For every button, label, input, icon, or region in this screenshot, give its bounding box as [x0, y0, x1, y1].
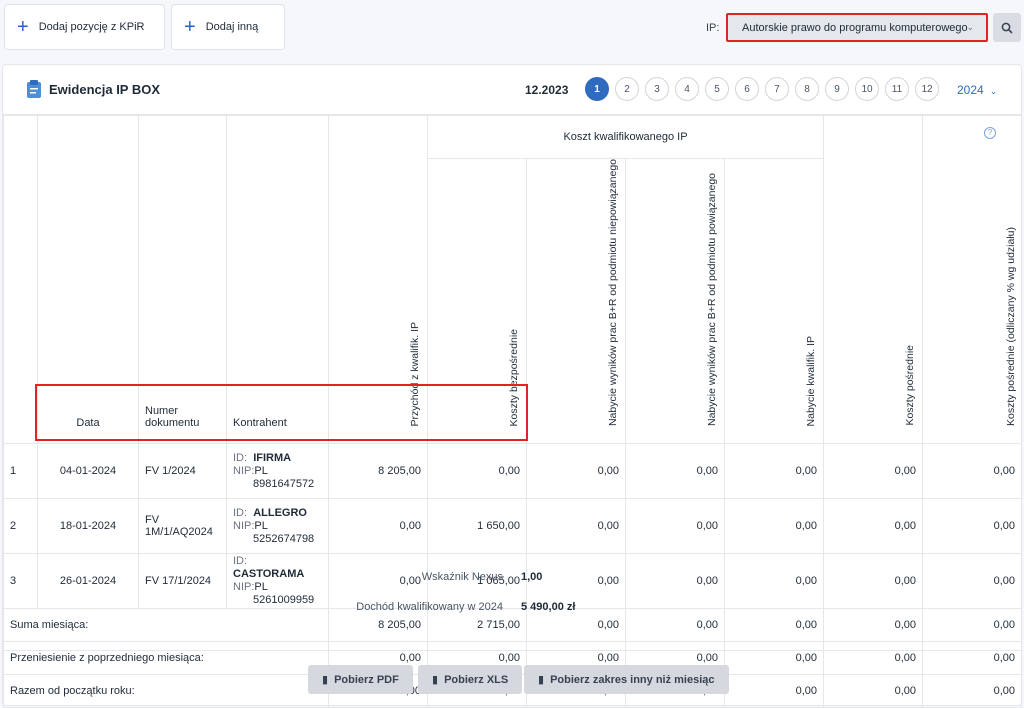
month-button[interactable]: 2	[615, 77, 639, 101]
year-select[interactable]: 2024 ⌄	[957, 83, 997, 97]
col-nabycie-niepow: Nabycie wyników prac B+R od podmiotu nie…	[526, 157, 626, 445]
month-button[interactable]: 12	[915, 77, 939, 101]
kontrahent-cell: ID: IFIRMA NIP:PL 8981647572	[226, 443, 329, 500]
col-numer: Numer dokumentu	[138, 114, 227, 445]
kontrahent-cell: ID: ALLEGRO NIP:PL 5252674798	[226, 498, 329, 555]
panel-header: Ewidencja IP BOX 12.2023 1 2 3 4 5 6 7 8…	[3, 65, 1021, 115]
ip-label: IP:	[706, 22, 720, 34]
pdf-file-icon: ▮	[322, 674, 329, 686]
period-label: 12.2023	[525, 83, 569, 97]
year-value: 2024	[957, 83, 984, 97]
add-kpir-label: Dodaj pozycję z KPiR	[38, 21, 145, 33]
month-button[interactable]: 5	[705, 77, 729, 101]
month-button[interactable]: 3	[645, 77, 669, 101]
col-nabycie-ip: Nabycie kwalifik. IP	[724, 157, 824, 445]
col-przychod: Przychód z kwalifik. IP	[328, 114, 428, 445]
month-button[interactable]: 7	[765, 77, 789, 101]
col-data: Data	[37, 114, 139, 445]
plus-icon: +	[17, 16, 29, 38]
month-button[interactable]: 8	[795, 77, 819, 101]
download-xls-button[interactable]: ▮ Pobierz XLS	[418, 665, 523, 694]
group-header-koszt: Koszt kwalifikowanego IP	[427, 115, 824, 159]
search-icon	[1001, 22, 1013, 34]
file-icon: ▮	[538, 674, 545, 686]
search-button[interactable]	[993, 13, 1021, 42]
col-koszty-posr-udzial: Koszty pośrednie (odliczany % wg udziału…	[922, 114, 1022, 445]
page-title: Ewidencja IP BOX	[49, 82, 161, 97]
col-kontrahent: Kontrahent	[226, 114, 329, 445]
ip-select-value: Autorskie prawo do programu komputeroweg…	[742, 21, 968, 34]
download-range-button[interactable]: ▮ Pobierz zakres inny niż miesiąc	[524, 665, 729, 694]
month-button[interactable]: 4	[675, 77, 699, 101]
ipbox-table: Data Numer dokumentu Kontrahent Przychód…	[3, 114, 1022, 708]
xls-file-icon: ▮	[432, 674, 439, 686]
month-button[interactable]: 1	[585, 77, 609, 101]
ipbox-panel: Ewidencja IP BOX 12.2023 1 2 3 4 5 6 7 8…	[2, 64, 1022, 708]
chevron-down-icon: ⌄	[989, 86, 998, 96]
clipboard-icon	[27, 80, 41, 98]
download-pdf-button[interactable]: ▮ Pobierz PDF	[308, 665, 413, 694]
income-value: 5 490,00 zł	[521, 601, 576, 613]
month-button[interactable]: 6	[735, 77, 759, 101]
col-koszty-bezp: Koszty bezpośrednie	[427, 157, 527, 445]
add-kpir-button[interactable]: + Dodaj pozycję z KPiR	[4, 4, 165, 50]
table-row[interactable]: 2 18-01-2024 FV 1M/1/AQ2024 ID: ALLEGRO …	[3, 498, 1022, 555]
month-button[interactable]: 11	[885, 77, 909, 101]
chevron-down-icon: ⌄	[966, 22, 974, 32]
help-icon[interactable]: ?	[984, 126, 996, 145]
nexus-label: Wskaźnik Nexus	[421, 571, 503, 583]
income-label: Dochód kwalifikowany w 2024	[356, 601, 503, 613]
ip-select[interactable]: Autorskie prawo do programu komputeroweg…	[726, 13, 988, 42]
add-other-button[interactable]: + Dodaj inną	[171, 4, 285, 50]
download-footer: ▮ Pobierz PDF ▮ Pobierz XLS ▮ Pobierz za…	[3, 650, 1021, 706]
nexus-value: 1,00	[521, 571, 543, 583]
col-nabycie-pow: Nabycie wyników prac B+R od podmiotu pow…	[625, 157, 725, 445]
col-koszty-posr: Koszty pośrednie	[823, 114, 923, 445]
plus-icon: +	[184, 16, 196, 38]
col-lp	[3, 114, 38, 445]
table-row[interactable]: 1 04-01-2024 FV 1/2024 ID: IFIRMA NIP:PL…	[3, 443, 1022, 500]
top-toolbar: + Dodaj pozycję z KPiR + Dodaj inną IP: …	[0, 0, 1024, 56]
month-button[interactable]: 9	[825, 77, 849, 101]
month-button[interactable]: 10	[855, 77, 879, 101]
month-selector: 1 2 3 4 5 6 7 8 9 10 11 12	[585, 77, 939, 101]
add-other-label: Dodaj inną	[205, 21, 259, 33]
summary-row: Suma miesiąca: 8 205,00 2 715,00 0,00 0,…	[3, 608, 1022, 643]
